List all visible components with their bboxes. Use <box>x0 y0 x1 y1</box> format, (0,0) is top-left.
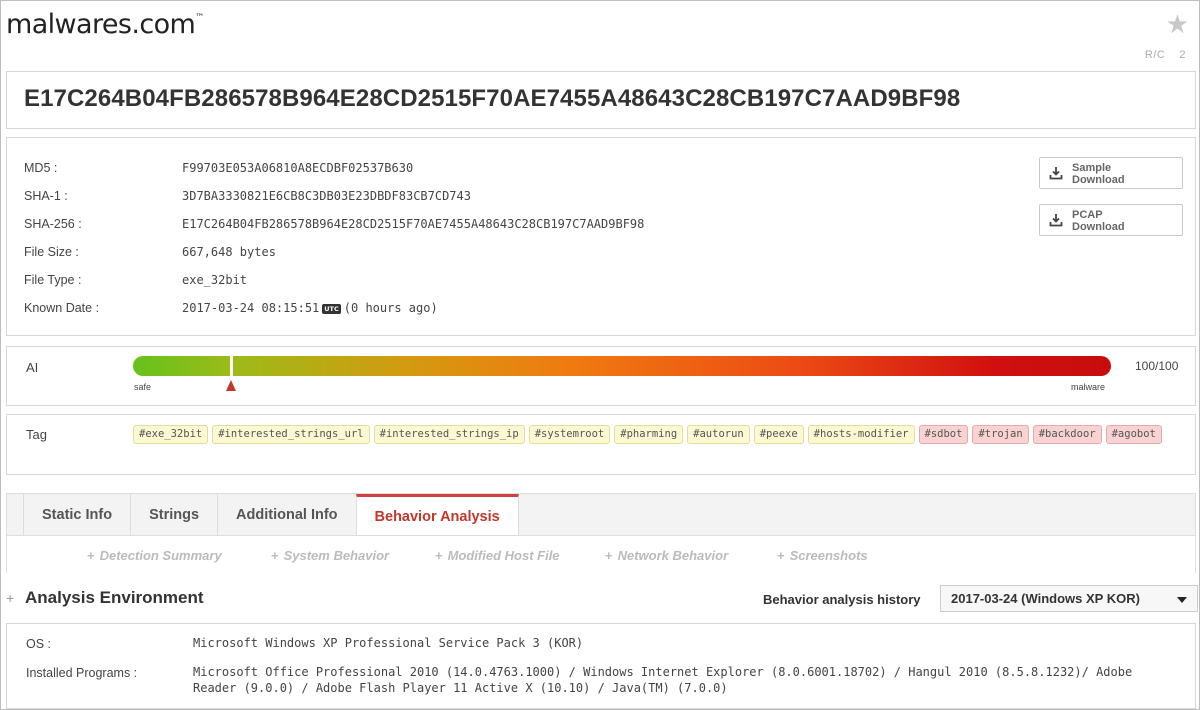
plus-icon: + <box>271 548 279 563</box>
pcap-download-line1: PCAP <box>1072 209 1103 221</box>
known-date-value: 2017-03-24 08:15:51 UTC (0 hours ago) <box>182 301 438 315</box>
subtab-label: Modified Host File <box>447 548 560 563</box>
sample-download-line1: Sample <box>1072 162 1112 174</box>
known-date-text: 2017-03-24 08:15:51 <box>182 301 320 315</box>
main-tabs: Static Info Strings Additional Info Behavio… <box>6 493 1196 537</box>
subtab-label: Screenshots <box>789 548 868 563</box>
download-icon <box>1049 167 1063 180</box>
star-icon[interactable]: ★ <box>1166 11 1189 37</box>
subtab-label: Network Behavior <box>617 548 729 563</box>
history-select-value: 2017-03-24 (Windows XP KOR) <box>951 591 1140 606</box>
section-title: Analysis Environment <box>25 588 204 607</box>
plus-icon: + <box>777 548 785 563</box>
subtab-network-behavior[interactable]: + Network Behavior <box>605 548 728 563</box>
sha1-label: SHA-1 : <box>24 189 68 203</box>
tag-chip[interactable]: #hosts-modifier <box>807 425 915 444</box>
sample-download-line2: Download <box>1072 174 1125 186</box>
environment-panel: OS : Microsoft Windows XP Professional S… <box>6 623 1196 709</box>
tag-panel: Tag #exe_32bit #interested_strings_url #in… <box>6 414 1196 475</box>
installed-programs-value: Microsoft Office Professional 2010 (14.0… <box>193 664 1132 696</box>
file-type-value: exe_32bit <box>182 273 248 287</box>
ai-pointer-icon <box>225 380 236 391</box>
tab-additional-info[interactable]: Additional Info <box>217 494 356 536</box>
tag-chip[interactable]: #interested_strings_url <box>212 425 370 444</box>
sha1-value: 3D7BA3330821E6CB8C3DB03E23DBDF83CB7CD743 <box>182 189 471 203</box>
tab-behavior-analysis[interactable]: Behavior Analysis <box>355 494 519 537</box>
installed-programs-label: Installed Programs : <box>26 666 138 680</box>
subtab-label: System Behavior <box>283 548 390 563</box>
download-icon <box>1049 214 1063 227</box>
plus-icon: + <box>435 548 443 563</box>
plus-icon: + <box>87 548 95 563</box>
file-info-panel: MD5 : F99703E053A06810A8ECDBF02537B630 S… <box>6 137 1196 336</box>
pcap-download-button[interactable]: PCAP Download <box>1039 204 1183 236</box>
ai-score-panel: AI safe malware 100/100 <box>6 346 1196 406</box>
known-date-ago: (0 hours ago) <box>343 301 438 315</box>
installed-programs-line2: Reader (9.0.0) / Adobe Flash Player 11 A… <box>193 681 728 695</box>
file-type-label: File Type : <box>24 273 82 287</box>
plus-icon: + <box>605 548 613 563</box>
tag-chip[interactable]: #peexe <box>753 425 804 444</box>
utc-badge: UTC <box>322 303 341 314</box>
os-label: OS : <box>26 637 52 651</box>
site-logo[interactable]: malwares.com™ <box>6 9 204 40</box>
tag-chip[interactable]: #agobot <box>1105 425 1162 444</box>
tag-chip[interactable]: #pharming <box>614 425 684 444</box>
history-select[interactable]: 2017-03-24 (Windows XP KOR) <box>940 585 1198 612</box>
tag-chip[interactable]: #backdoor <box>1032 425 1102 444</box>
logo-text: malwares.com <box>6 9 196 40</box>
tag-chip[interactable]: #interested_strings_ip <box>373 425 525 444</box>
ai-safe-label: safe <box>134 382 152 392</box>
page-title: E17C264B04FB286578B964E28CD2515F70AE7455… <box>24 85 961 112</box>
tag-chip[interactable]: #sdbot <box>918 425 969 444</box>
ai-malware-label: malware <box>1071 382 1106 392</box>
subtab-label: Detection Summary <box>99 548 222 563</box>
tag-chip[interactable]: #systemroot <box>528 425 611 444</box>
subtab-system-behavior[interactable]: + System Behavior <box>271 548 389 563</box>
file-size-label: File Size : <box>24 245 79 259</box>
ai-label: AI <box>26 360 39 375</box>
ai-score-marker <box>229 355 233 377</box>
sample-download-button[interactable]: Sample Download <box>1039 157 1183 189</box>
tab-strip: Static Info Strings Additional Info Behavio… <box>23 494 519 537</box>
tab-static-info[interactable]: Static Info <box>23 494 131 536</box>
installed-programs-line1: Microsoft Office Professional 2010 (14.0… <box>193 665 1133 679</box>
tag-chip[interactable]: #trojan <box>972 425 1029 444</box>
rc-label: R/C <box>1144 49 1166 61</box>
file-size-value: 667,648 bytes <box>182 245 276 259</box>
os-value: Microsoft Windows XP Professional Servic… <box>193 636 584 650</box>
ai-score-value: 100/100 <box>1135 359 1179 373</box>
sha256-value: E17C264B04FB286578B964E28CD2515F70AE7455… <box>182 217 645 231</box>
behavior-subtabs: + Detection Summary + System Behavior + Modif… <box>6 535 1196 573</box>
known-date-label: Known Date : <box>24 301 100 315</box>
subtab-screenshots[interactable]: + Screenshots <box>777 548 868 563</box>
expand-plus-icon[interactable]: + <box>6 590 14 606</box>
tab-strings[interactable]: Strings <box>130 494 218 536</box>
tag-label: Tag <box>26 427 47 442</box>
pcap-download-label: PCAP Download <box>1072 209 1125 233</box>
sha256-label: SHA-256 : <box>24 217 82 231</box>
md5-label: MD5 : <box>24 161 58 175</box>
pcap-download-line2: Download <box>1072 221 1125 233</box>
hash-panel: E17C264B04FB286578B964E28CD2515F70AE7455… <box>6 71 1196 129</box>
site-header: malwares.com™ ★ R/C 2 <box>1 1 1199 69</box>
subtab-detection-summary[interactable]: + Detection Summary <box>87 548 222 563</box>
md5-value: F99703E053A06810A8ECDBF02537B630 <box>182 161 414 175</box>
tag-chip[interactable]: #exe_32bit <box>133 425 209 444</box>
chevron-down-icon <box>1177 597 1187 603</box>
tag-chip[interactable]: #autorun <box>687 425 750 444</box>
rc-count: 2 <box>1179 49 1186 61</box>
tag-list: #exe_32bit #interested_strings_url #intere… <box>133 425 1178 444</box>
ai-score-bar <box>133 356 1111 376</box>
logo-trademark: ™ <box>195 13 204 23</box>
subtab-modified-host-file[interactable]: + Modified Host File <box>435 548 560 563</box>
sample-download-label: Sample Download <box>1072 162 1125 186</box>
rc-counter: R/C 2 <box>1145 49 1186 61</box>
history-label: Behavior analysis history <box>763 592 921 607</box>
